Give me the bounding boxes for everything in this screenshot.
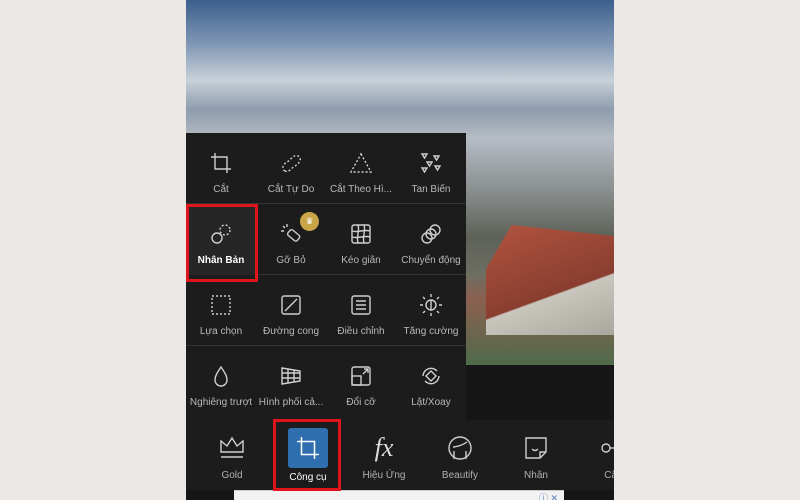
tool-selection[interactable]: Lựa chọn	[186, 275, 256, 346]
motion-icon	[421, 224, 441, 244]
tool-dispersion[interactable]: Tan Biến	[396, 133, 466, 204]
tool-label: Chuyển động	[401, 255, 461, 266]
tool-label: Đường cong	[262, 326, 320, 337]
crown-icon	[220, 436, 244, 458]
tool-crop[interactable]: Cắt	[186, 133, 256, 204]
tab-label: Gold	[221, 470, 243, 481]
tool-row: Cắt Cắt Tự Do Cắt Theo Hì... Tan Biến	[186, 133, 466, 204]
tab-cutout[interactable]: Cắt	[574, 420, 614, 490]
tool-free-crop[interactable]: Cắt Tự Do	[256, 133, 326, 204]
highlight-box-tools	[273, 419, 341, 491]
tool-remove[interactable]: Gỡ Bỏ ♛	[256, 204, 326, 275]
tool-label: Cắt Tự Do	[267, 184, 315, 195]
tool-adjust[interactable]: Điều chỉnh	[326, 275, 396, 346]
resize-icon	[351, 366, 371, 386]
cutout-icon	[601, 443, 614, 453]
tool-tilt-shift[interactable]: Nghiêng trượt	[186, 346, 256, 417]
tool-motion[interactable]: Chuyển động	[396, 204, 466, 275]
ad-info-icon[interactable]: ⓘ ✕	[539, 491, 558, 500]
tool-label: Cắt Theo Hì...	[329, 184, 393, 195]
tab-fx[interactable]: fx Hiệu Ứng	[346, 420, 422, 490]
tool-label: Đổi cỡ	[346, 397, 376, 408]
premium-crown-icon: ♛	[300, 212, 319, 231]
tool-row: Lựa chọn Đường cong Điều chỉnh Tăng cường	[186, 275, 466, 346]
perspective-icon	[281, 367, 301, 385]
face-icon	[448, 436, 472, 460]
dispersion-icon	[420, 153, 442, 174]
tab-crown[interactable]: Gold	[194, 420, 270, 490]
tool-curves[interactable]: Đường cong	[256, 275, 326, 346]
bottom-toolbar: GoldCông cụfxHiệu ỨngBeautifyNhãnCắt	[186, 420, 614, 490]
tool-row: Nghiêng trượt Hình phối cả... Đổi cỡ Lật/Xo…	[186, 346, 466, 417]
tool-label: Lựa chọn	[199, 326, 243, 337]
tool-label: Gỡ Bỏ	[276, 255, 306, 266]
tool-flip-rotate[interactable]: Lật/Xoay	[396, 346, 466, 417]
crop-icon	[211, 153, 231, 173]
sticker-icon	[525, 437, 547, 459]
tab-label: Beautify	[441, 470, 479, 481]
tab-label: Nhãn	[524, 470, 548, 481]
tool-resize[interactable]: Đổi cỡ	[326, 346, 396, 417]
shape-crop-icon	[349, 152, 373, 173]
tool-label: Lật/Xoay	[411, 397, 451, 408]
fx-icon: fx	[374, 433, 394, 462]
tab-label: Cắt	[604, 470, 614, 481]
highlight-box-clone	[186, 204, 258, 282]
flip-rotate-icon	[422, 367, 440, 385]
tool-label: Cắt	[213, 184, 229, 195]
tool-label: Kéo giãn	[341, 255, 381, 266]
curves-icon	[281, 295, 301, 315]
tab-face[interactable]: Beautify	[422, 420, 498, 490]
tool-stretch[interactable]: Kéo giãn	[326, 204, 396, 275]
tool-enhance[interactable]: Tăng cường	[396, 275, 466, 346]
adjust-icon	[351, 295, 371, 315]
tool-label: Tăng cường	[403, 326, 459, 337]
photo-building	[486, 225, 614, 335]
remove-icon	[281, 224, 301, 242]
tab-label: Hiệu Ứng	[362, 470, 406, 481]
selection-icon	[211, 295, 231, 315]
stretch-icon	[351, 224, 371, 244]
free-crop-icon	[282, 154, 302, 173]
tool-label: Tan Biến	[411, 184, 451, 195]
ad-banner[interactable]: ⓘ ✕	[234, 490, 564, 500]
tool-label: Hình phối cả...	[258, 397, 324, 408]
tilt-shift-icon	[214, 365, 228, 387]
enhance-icon	[420, 294, 442, 316]
tool-label: Nghiêng trượt	[189, 397, 253, 408]
tool-label: Điều chỉnh	[337, 326, 385, 337]
tool-shape-crop[interactable]: Cắt Theo Hì...	[326, 133, 396, 204]
tool-perspective[interactable]: Hình phối cả...	[256, 346, 326, 417]
tab-sticker[interactable]: Nhãn	[498, 420, 574, 490]
